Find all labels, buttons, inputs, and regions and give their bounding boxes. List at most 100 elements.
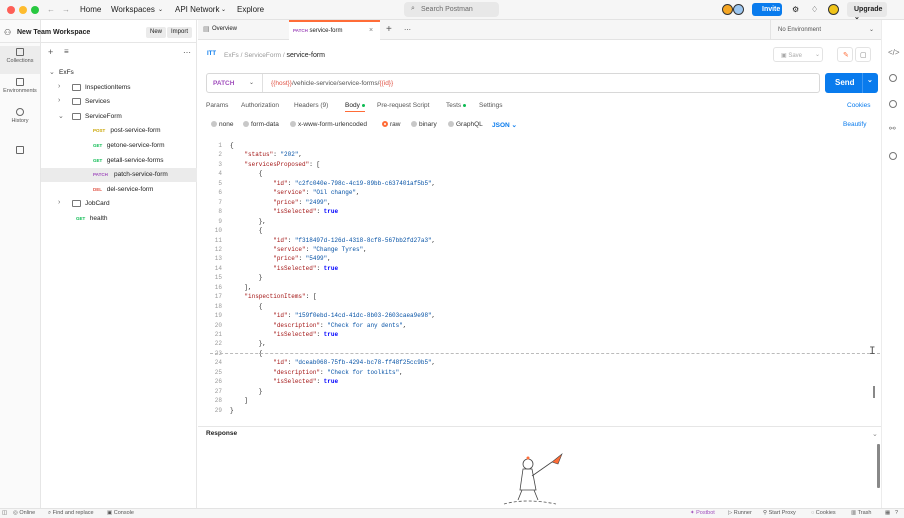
user-icon: ⚇	[4, 28, 12, 37]
explore-link[interactable]: Explore	[237, 5, 264, 14]
chevron-right-icon[interactable]: ›	[58, 199, 60, 206]
sidebar-request-item[interactable]: GET getall-service-forms	[41, 154, 197, 168]
rail-history[interactable]: History	[0, 106, 40, 134]
sidebar-toggle-icon[interactable]: ◫	[2, 510, 7, 516]
close-window-button[interactable]	[7, 6, 15, 14]
home-link[interactable]: Home	[80, 5, 101, 14]
json-format-selector[interactable]: JSON ⌄	[492, 121, 517, 129]
trash-button[interactable]: ▥ Trash	[851, 510, 872, 516]
chevron-right-icon[interactable]: ›	[58, 83, 60, 90]
sidebar-request-item[interactable]: DEL del-service-form	[41, 183, 197, 197]
status-online[interactable]: ◎ Online	[13, 510, 35, 516]
minimize-window-button[interactable]	[19, 6, 27, 14]
radio-form-data[interactable]: form-data	[243, 121, 279, 128]
find-replace-button[interactable]: ⌕ Find and replace	[48, 510, 94, 517]
sidebar-folder-item[interactable]: › InspectionItems	[41, 81, 197, 95]
postbot-button[interactable]: ✦ Postbot	[690, 510, 715, 516]
runner-button[interactable]: ▷ Runner	[728, 510, 752, 516]
chevron-down-icon[interactable]: ⌄	[872, 430, 878, 438]
new-button[interactable]: New	[146, 27, 167, 38]
subtab-tests[interactable]: Tests	[446, 102, 461, 109]
sidebar-request-item[interactable]: GET getone-service-form	[41, 139, 197, 153]
radio-binary[interactable]: binary	[411, 121, 437, 128]
radio-urlencoded[interactable]: x-www-form-urlencoded	[290, 121, 367, 128]
tab-service-form[interactable]: PATCH service-form ×	[289, 20, 380, 40]
comments-icon[interactable]	[889, 100, 897, 108]
sidebar-folder-item[interactable]: › Services	[41, 95, 197, 109]
editor-scrollbar[interactable]	[873, 386, 875, 398]
code-line: "service": "Change Tyres",	[273, 245, 367, 253]
environment-selector[interactable]: No Environment ⌄	[770, 20, 881, 40]
sidebar-folder-item[interactable]: ⌄ ServiceForm	[41, 110, 197, 124]
tab-overview[interactable]: ▤ Overview	[200, 20, 288, 40]
rail-label: Environments	[3, 88, 37, 94]
radio-graphql[interactable]: GraphQL	[448, 121, 483, 128]
breadcrumb-current[interactable]: service-form	[287, 52, 326, 59]
rail-collections[interactable]: Collections	[0, 46, 40, 74]
chevron-down-icon[interactable]: ⌄	[58, 112, 64, 120]
subtab-headers[interactable]: Headers (9)	[294, 102, 328, 109]
more-icon[interactable]: ⋯	[183, 48, 191, 57]
radio-none[interactable]: none	[211, 121, 233, 128]
code-snippet-icon[interactable]: </>	[888, 48, 900, 57]
edit-icon[interactable]: ✎	[837, 47, 853, 62]
rail-environments[interactable]: Environments	[0, 76, 40, 104]
back-icon[interactable]: ←	[47, 5, 55, 14]
subtab-pre-request-script[interactable]: Pre-request Script	[377, 102, 429, 109]
avatar[interactable]	[722, 4, 733, 15]
sidebar-request-item[interactable]: PATCH patch-service-form	[41, 168, 197, 183]
proxy-button[interactable]: ⚲ Start Proxy	[763, 510, 796, 516]
documentation-icon[interactable]	[889, 74, 897, 82]
chevron-right-icon[interactable]: ›	[58, 97, 60, 104]
workspaces-menu[interactable]: Workspaces	[111, 5, 155, 14]
sidebar-request-item[interactable]: POST post-service-form	[41, 124, 197, 138]
import-button[interactable]: Import	[167, 27, 193, 38]
avatar[interactable]	[828, 4, 839, 15]
upgrade-button[interactable]: Upgrade ⌄	[847, 2, 887, 21]
avatar[interactable]	[733, 4, 744, 15]
method-selector[interactable]: PATCH	[213, 80, 234, 87]
subtab-params[interactable]: Params	[206, 102, 228, 109]
link-icon[interactable]: ⚯	[889, 124, 896, 133]
add-icon[interactable]: +	[48, 47, 53, 57]
url-input[interactable]: {{host}}/vehicle-service/service-forms/{…	[271, 80, 393, 87]
breadcrumb-root[interactable]: ExFs	[224, 52, 239, 59]
console-button[interactable]: ▣ Console	[107, 510, 134, 516]
subtab-authorization[interactable]: Authorization	[241, 102, 279, 109]
settings-icon[interactable]: ⚙	[792, 5, 799, 14]
workspace-name[interactable]: New Team Workspace	[17, 29, 90, 36]
save-button[interactable]: ▣ Save ⌄	[773, 47, 823, 62]
radio-raw[interactable]: raw	[382, 121, 400, 128]
chevron-down-icon[interactable]: ⌄	[867, 76, 873, 84]
more-tabs-icon[interactable]: ⋯	[404, 26, 411, 34]
chevron-down-icon[interactable]: ⌄	[49, 68, 55, 76]
notifications-icon[interactable]: ♢	[811, 5, 818, 14]
rail-apps[interactable]	[0, 144, 40, 172]
main-scrollbar[interactable]	[877, 444, 880, 488]
subtab-settings[interactable]: Settings	[479, 102, 503, 109]
filter-icon[interactable]: ≡	[64, 47, 69, 56]
global-search-input[interactable]: ⌕ Search Postman	[404, 2, 499, 17]
cookies-button[interactable]: ◌ Cookies	[811, 510, 836, 516]
divider	[862, 73, 863, 93]
comments-icon[interactable]: ▢	[855, 47, 871, 62]
new-tab-icon[interactable]: +	[386, 24, 392, 35]
breadcrumb-folder[interactable]: ServiceForm	[244, 52, 281, 59]
maximize-window-button[interactable]	[31, 6, 39, 14]
beautify-link[interactable]: Beautify	[843, 121, 867, 128]
code-editor[interactable]: 1 {2 "status": "202", 3 "servicesProposed"…	[198, 140, 881, 423]
sidebar-request-item[interactable]: GET health	[41, 212, 197, 226]
info-icon[interactable]	[889, 152, 897, 160]
cookies-link[interactable]: Cookies	[847, 102, 870, 109]
sidebar-collection-item[interactable]: ⌄ ExFs	[41, 66, 197, 80]
invite-button[interactable]: Invite	[752, 3, 782, 16]
api-network-menu[interactable]: API Network	[175, 5, 219, 14]
forward-icon[interactable]: →	[62, 5, 70, 14]
code-line: },	[230, 340, 267, 348]
send-button[interactable]: Send ⌄	[825, 73, 878, 93]
help-icon[interactable]: ?	[895, 510, 898, 516]
close-icon[interactable]: ×	[369, 27, 373, 34]
sidebar-folder-item[interactable]: › JobCard	[41, 197, 197, 211]
layout-icon[interactable]: ▦	[885, 510, 890, 516]
subtab-body[interactable]: Body	[345, 102, 360, 109]
